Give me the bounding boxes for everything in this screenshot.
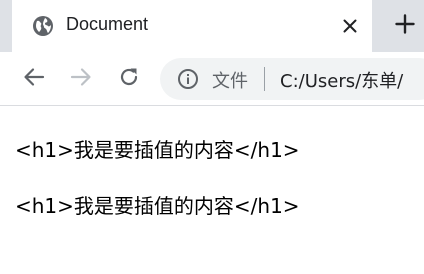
browser-toolbar: 文件 C:/Users/东单/: [0, 52, 424, 106]
page-content: <h1>我是要插值的内容</h1> <h1>我是要插值的内容</h1>: [0, 106, 424, 274]
content-line: <h1>我是要插值的内容</h1>: [15, 194, 300, 218]
tab-title: Document: [66, 14, 149, 34]
forward-arrow-icon: [69, 65, 93, 93]
tab-document[interactable]: Document: [12, 0, 372, 52]
back-button[interactable]: [19, 64, 49, 94]
security-label: 文件: [212, 71, 248, 92]
new-tab-button[interactable]: [388, 9, 422, 43]
back-arrow-icon: [22, 65, 46, 93]
close-icon[interactable]: [338, 14, 362, 38]
tab-strip: Document: [0, 0, 424, 52]
reload-button[interactable]: [114, 64, 144, 94]
omnibox-divider: [264, 67, 265, 91]
info-icon[interactable]: [177, 68, 199, 90]
address-bar[interactable]: 文件 C:/Users/东单/: [160, 58, 424, 100]
content-line: <h1>我是要插值的内容</h1>: [15, 138, 300, 162]
plus-icon: [395, 14, 415, 38]
url-text[interactable]: C:/Users/东单/: [280, 67, 403, 93]
globe-icon: [32, 15, 54, 37]
reload-icon: [117, 65, 141, 93]
forward-button[interactable]: [66, 64, 96, 94]
